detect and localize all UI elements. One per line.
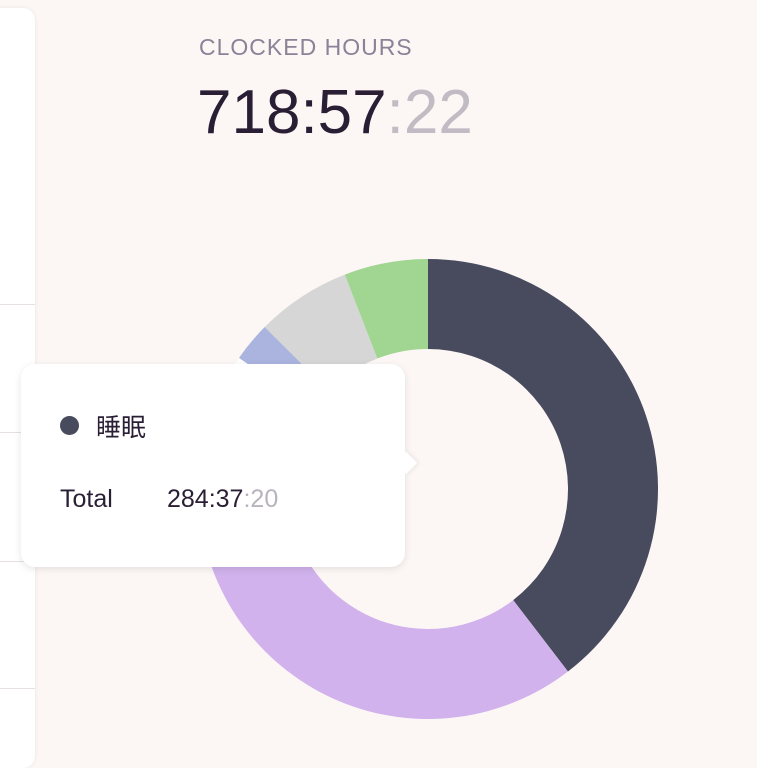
tooltip-total-seconds: :20 <box>243 485 279 513</box>
tooltip-total-value: 284:37:20 <box>167 485 278 514</box>
tooltip-total-label: Total <box>60 485 113 513</box>
tooltip-legend-dot <box>60 416 79 435</box>
tooltip-total-main: 284:37 <box>167 485 244 513</box>
donut-slice-1[interactable] <box>428 259 658 672</box>
tooltip-series-name: 睡眠 <box>96 413 147 442</box>
chart-tooltip: 睡眠 Total 284:37:20 <box>21 364 418 567</box>
